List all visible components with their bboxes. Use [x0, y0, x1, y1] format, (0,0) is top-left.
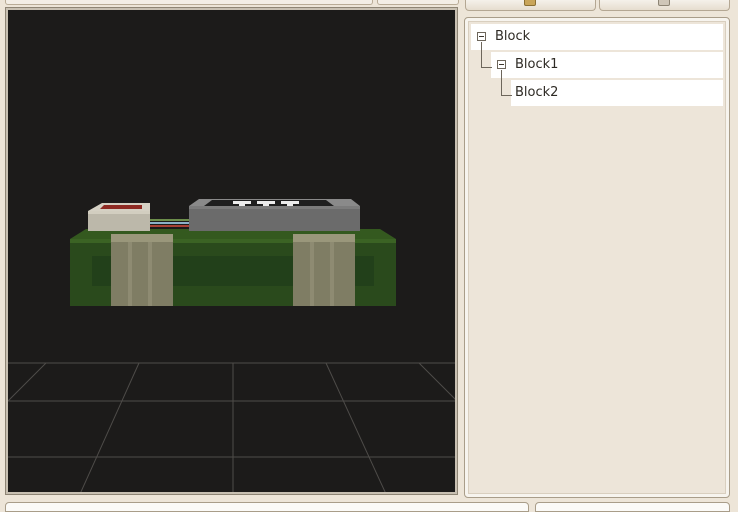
- viewport-scene: [8, 199, 455, 492]
- scene-tree-panel: Block Block1 Block2: [464, 17, 730, 498]
- tree-connector: [481, 67, 492, 68]
- tree-connector: [481, 42, 482, 68]
- tree-item-label: Block1: [515, 57, 559, 72]
- tree-connector: [501, 70, 502, 96]
- tree-item-label: Block: [495, 29, 531, 44]
- left-strap: [111, 234, 173, 306]
- collapse-icon[interactable]: [477, 32, 486, 41]
- tree-connector: [501, 95, 512, 96]
- timer-box: [189, 199, 360, 231]
- tree-item-block[interactable]: Block: [471, 24, 723, 50]
- remove-block-icon: [658, 0, 670, 6]
- 3d-viewport[interactable]: [8, 10, 455, 492]
- small-box: [88, 203, 150, 231]
- tree-item-block2[interactable]: Block2: [511, 80, 723, 106]
- right-strap: [293, 234, 355, 306]
- tree-item-block1[interactable]: Block1: [491, 52, 723, 78]
- tree-item-label: Block2: [515, 85, 559, 100]
- add-block-button[interactable]: [465, 0, 596, 11]
- remove-block-button[interactable]: [599, 0, 730, 11]
- wires: [148, 219, 189, 227]
- collapse-icon[interactable]: [497, 60, 506, 69]
- top-toolbar-edge-right: [377, 0, 459, 5]
- viewport-frame: [5, 7, 458, 495]
- floor-grid: [8, 362, 455, 492]
- top-toolbar-edge: [5, 0, 373, 5]
- bottom-input-left[interactable]: [5, 502, 529, 512]
- scene-tree[interactable]: Block Block1 Block2: [468, 21, 726, 494]
- bottom-input-right[interactable]: [535, 502, 730, 512]
- add-block-icon: [524, 0, 536, 6]
